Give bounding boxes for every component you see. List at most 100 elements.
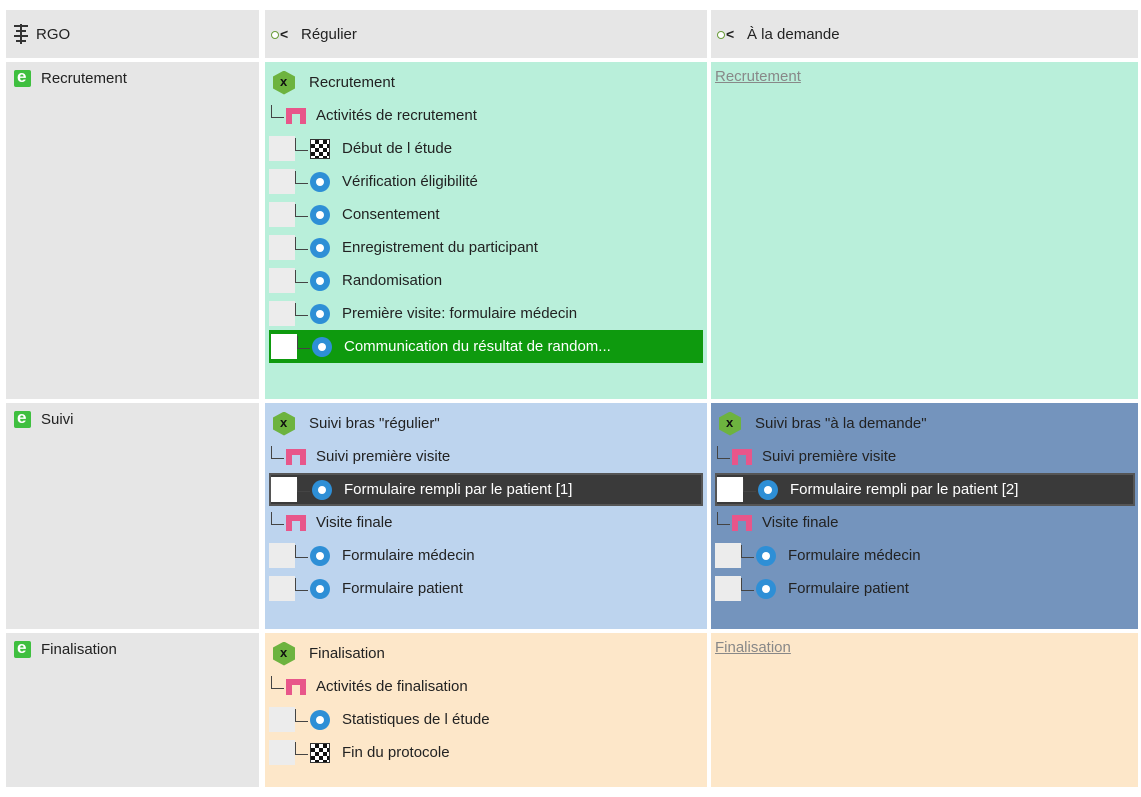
network-icon — [286, 677, 306, 697]
header-a-la-demande[interactable]: < À la demande — [711, 10, 1138, 58]
network-icon — [732, 513, 752, 533]
protocol-grid: RGO < Régulier < À la demande Recrutemen… — [6, 10, 1140, 787]
item-label: Consentement — [342, 206, 440, 223]
item-label: Début de l étude — [342, 140, 453, 157]
tree-branch-icon — [741, 545, 754, 558]
arm-node[interactable]: Finalisation — [267, 637, 707, 670]
item-label: Suivi première visite — [762, 448, 897, 465]
gear-icon — [310, 545, 330, 566]
activity-item[interactable]: Formulaire patient — [715, 572, 1135, 605]
header-rgo[interactable]: RGO — [6, 10, 259, 58]
gear-icon — [758, 479, 778, 500]
hexagon-x-icon — [273, 70, 295, 95]
network-icon — [286, 106, 306, 126]
item-label: Enregistrement du participant — [342, 239, 538, 256]
header-regulier-label: Régulier — [301, 25, 357, 43]
flow-branch-icon: < — [717, 27, 739, 41]
item-label: Formulaire rempli par le patient [1] — [344, 481, 573, 498]
tree-branch-icon — [271, 105, 284, 118]
tree-branch-icon — [295, 237, 308, 250]
phase-icon — [14, 67, 31, 87]
recrutement-demande-cell: Recrutement — [711, 62, 1138, 399]
gear-icon — [312, 479, 332, 500]
activity-item[interactable]: Première visite: formulaire médecin — [269, 297, 703, 330]
header-rgo-label: RGO — [36, 25, 71, 43]
activity-item-selected[interactable]: Formulaire rempli par le patient [1] — [269, 473, 703, 506]
item-label: Formulaire rempli par le patient [2] — [790, 481, 1019, 498]
arm-node[interactable]: Suivi bras "régulier" — [267, 407, 707, 440]
activity-group-node[interactable]: Suivi première visite — [713, 440, 1138, 473]
activity-item[interactable]: Statistiques de l étude — [269, 703, 703, 736]
tree-branch-icon — [717, 446, 730, 459]
phase-icon — [14, 408, 31, 428]
activity-group-node[interactable]: Suivi première visite — [267, 440, 707, 473]
tree-branch-icon — [295, 742, 308, 755]
gear-icon — [310, 204, 330, 225]
phase-label: Suivi — [41, 411, 74, 428]
suivi-demande-cell: Suivi bras "à la demande" Suivi première… — [711, 403, 1138, 629]
tree-branch-icon — [295, 578, 308, 591]
tree-branch-icon — [741, 578, 754, 591]
finalisation-demande-cell: Finalisation — [711, 633, 1138, 787]
phase-label-cell[interactable]: Recrutement — [6, 62, 259, 399]
tree-branch-icon — [271, 512, 284, 525]
header-regulier[interactable]: < Régulier — [265, 10, 707, 58]
gear-icon — [312, 336, 332, 357]
gear-icon — [756, 545, 776, 566]
item-label: Première visite: formulaire médecin — [342, 305, 578, 322]
item-label: Vérification éligibilité — [342, 173, 478, 190]
grid-header: RGO < Régulier < À la demande — [6, 10, 1140, 58]
tree-branch-icon — [295, 171, 308, 184]
item-label: Formulaire médecin — [342, 547, 475, 564]
activity-item-selected[interactable]: Formulaire rempli par le patient [2] — [715, 473, 1135, 506]
activity-item[interactable]: Formulaire médecin — [269, 539, 703, 572]
item-label: Activités de finalisation — [316, 678, 468, 695]
phase-row-suivi: Suivi Suivi bras "régulier" Suivi premiè… — [6, 403, 1140, 629]
tree-branch-icon — [295, 303, 308, 316]
phase-label: Finalisation — [41, 641, 117, 658]
checkered-flag-end-icon — [310, 742, 330, 763]
finalisation-link[interactable]: Finalisation — [715, 639, 791, 656]
gear-icon — [310, 578, 330, 599]
arm-node[interactable]: Recrutement — [267, 66, 707, 99]
activity-item[interactable]: Formulaire patient — [269, 572, 703, 605]
suivi-regulier-cell: Suivi bras "régulier" Suivi première vis… — [265, 403, 707, 629]
item-label: Visite finale — [762, 514, 839, 531]
item-label: Formulaire médecin — [788, 547, 921, 564]
activity-group-node[interactable]: Visite finale — [267, 506, 707, 539]
gear-icon — [756, 578, 776, 599]
activity-item[interactable]: Début de l étude — [269, 132, 703, 165]
tree-branch-icon — [717, 512, 730, 525]
activity-item-selected[interactable]: Communication du résultat de random... — [269, 330, 703, 363]
activity-group-node[interactable]: Activités de recrutement — [267, 99, 707, 132]
item-label: Formulaire patient — [788, 580, 909, 597]
activity-item[interactable]: Consentement — [269, 198, 703, 231]
activity-item[interactable]: Vérification éligibilité — [269, 165, 703, 198]
activity-item[interactable]: Formulaire médecin — [715, 539, 1135, 572]
header-a-la-demande-label: À la demande — [747, 25, 840, 43]
item-label: Statistiques de l étude — [342, 711, 490, 728]
phase-label-cell[interactable]: Finalisation — [6, 633, 259, 787]
activity-item[interactable]: Enregistrement du participant — [269, 231, 703, 264]
network-icon — [286, 447, 306, 467]
tree-branch-icon — [295, 545, 308, 558]
item-label: Communication du résultat de random... — [344, 338, 611, 355]
gear-icon — [310, 303, 330, 324]
hexagon-x-icon — [719, 411, 741, 436]
activity-item[interactable]: Randomisation — [269, 264, 703, 297]
arm-node[interactable]: Suivi bras "à la demande" — [713, 407, 1138, 440]
recrutement-regulier-cell: Recrutement Activités de recrutement Déb… — [265, 62, 707, 399]
recrutement-link[interactable]: Recrutement — [715, 68, 801, 85]
activity-group-node[interactable]: Activités de finalisation — [267, 670, 707, 703]
checkered-flag-start-icon — [310, 138, 330, 159]
phase-label-cell[interactable]: Suivi — [6, 403, 259, 629]
tree-branch-icon — [271, 676, 284, 689]
activity-group-node[interactable]: Visite finale — [713, 506, 1138, 539]
tree-branch-icon — [295, 204, 308, 217]
network-icon — [732, 447, 752, 467]
tree-branch-icon — [297, 479, 310, 492]
gear-icon — [310, 709, 330, 730]
activity-item[interactable]: Fin du protocole — [269, 736, 703, 769]
item-label: Fin du protocole — [342, 744, 450, 761]
hexagon-x-icon — [273, 411, 295, 436]
